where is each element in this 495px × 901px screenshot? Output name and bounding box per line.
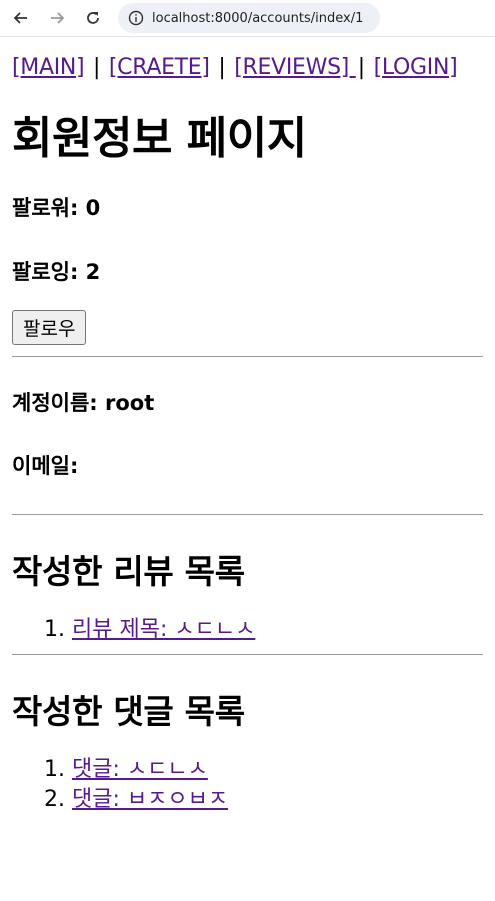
- reviews-section-title: 작성한 리뷰 목록: [12, 552, 245, 591]
- comment-link[interactable]: 댓글: ㅂㅈㅇㅂㅈ: [72, 787, 228, 812]
- list-item: 댓글: ㅂㅈㅇㅂㅈ: [72, 785, 483, 815]
- followers-count: 팔로워: 0: [12, 196, 101, 220]
- top-navigation: [MAIN] | [CRAETE] | [REVIEWS] | [LOGIN]: [12, 55, 483, 80]
- back-arrow-icon: [13, 12, 27, 24]
- back-button[interactable]: [8, 5, 34, 31]
- nav-link-login[interactable]: [LOGIN]: [374, 55, 458, 80]
- divider: [12, 654, 483, 655]
- review-link[interactable]: 리뷰 제목: ㅅㄷㄴㅅ: [72, 617, 255, 642]
- email-label: 이메일:: [12, 454, 79, 478]
- nav-link-main[interactable]: [MAIN]: [12, 55, 85, 80]
- nav-separator: |: [357, 55, 365, 80]
- reload-icon: [87, 12, 99, 24]
- follow-button[interactable]: 팔로우: [12, 310, 87, 345]
- reviews-list: 리뷰 제목: ㅅㄷㄴㅅ: [12, 615, 483, 645]
- list-item: 리뷰 제목: ㅅㄷㄴㅅ: [72, 615, 483, 645]
- comments-list: 댓글: ㅅㄷㄴㅅ 댓글: ㅂㅈㅇㅂㅈ: [12, 755, 483, 815]
- divider: [12, 514, 483, 515]
- nav-link-create[interactable]: [CRAETE]: [109, 55, 210, 80]
- following-count: 팔로잉: 2: [12, 260, 101, 284]
- comment-link[interactable]: 댓글: ㅅㄷㄴㅅ: [72, 757, 208, 782]
- nav-link-reviews[interactable]: [REVIEWS]: [234, 55, 356, 80]
- comments-section-title: 작성한 댓글 목록: [12, 692, 245, 731]
- page-title: 회원정보 페이지: [12, 113, 307, 164]
- address-bar[interactable]: localhost:8000/accounts/index/1: [118, 3, 380, 33]
- username-label: 계정이름: root: [12, 391, 155, 415]
- url-text: localhost:8000/accounts/index/1: [152, 10, 364, 26]
- forward-arrow-icon: [51, 12, 65, 24]
- nav-separator: |: [218, 55, 226, 80]
- nav-separator: |: [93, 55, 101, 80]
- list-item: 댓글: ㅅㄷㄴㅅ: [72, 755, 483, 785]
- browser-toolbar: localhost:8000/accounts/index/1: [0, 0, 495, 37]
- info-icon[interactable]: [128, 10, 144, 26]
- page-content: [MAIN] | [CRAETE] | [REVIEWS] | [LOGIN] …: [0, 55, 495, 815]
- forward-button[interactable]: [44, 5, 70, 31]
- divider: [12, 356, 483, 357]
- reload-button[interactable]: [80, 5, 106, 31]
